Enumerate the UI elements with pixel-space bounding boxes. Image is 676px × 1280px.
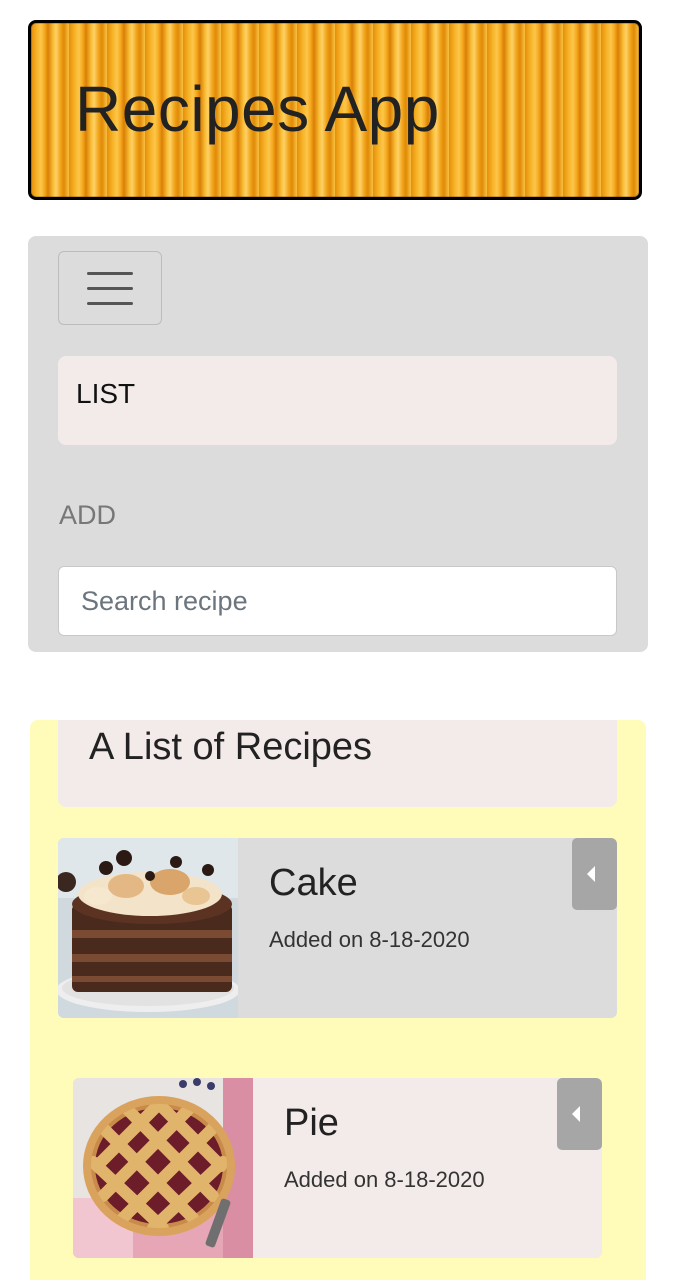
navbar: LIST ADD [28, 236, 648, 652]
page: Recipes App LIST ADD A List of Recipes [0, 0, 676, 1280]
header-banner: Recipes App [28, 20, 642, 200]
nav-link-add[interactable]: ADD [59, 500, 116, 531]
recipe-date: Added on 8-18-2020 [269, 927, 470, 952]
recipes-heading: A List of Recipes [58, 720, 617, 807]
hamburger-menu-button[interactable] [58, 251, 162, 325]
caret-left-icon [587, 866, 595, 882]
recipe-date: Added on 8-18-2020 [284, 1167, 485, 1192]
caret-left-icon [572, 1106, 580, 1122]
recipe-card[interactable]: Cake Added on 8-18-2020 [58, 838, 617, 1018]
recipe-name: Cake [269, 862, 358, 904]
chocolate-cake-image [58, 838, 238, 1018]
lattice-pie-image [73, 1078, 253, 1258]
recipe-card[interactable]: Pie Added on 8-18-2020 [73, 1078, 602, 1258]
recipe-name: Pie [284, 1102, 339, 1144]
search-input[interactable] [58, 566, 617, 636]
nav-link-list[interactable]: LIST [58, 356, 617, 445]
recipe-toggle-button[interactable] [557, 1078, 602, 1150]
recipes-section: A List of Recipes Cake Added on 8-18-202… [30, 720, 646, 1280]
app-title: Recipes App [75, 73, 440, 145]
recipe-toggle-button[interactable] [572, 838, 617, 910]
